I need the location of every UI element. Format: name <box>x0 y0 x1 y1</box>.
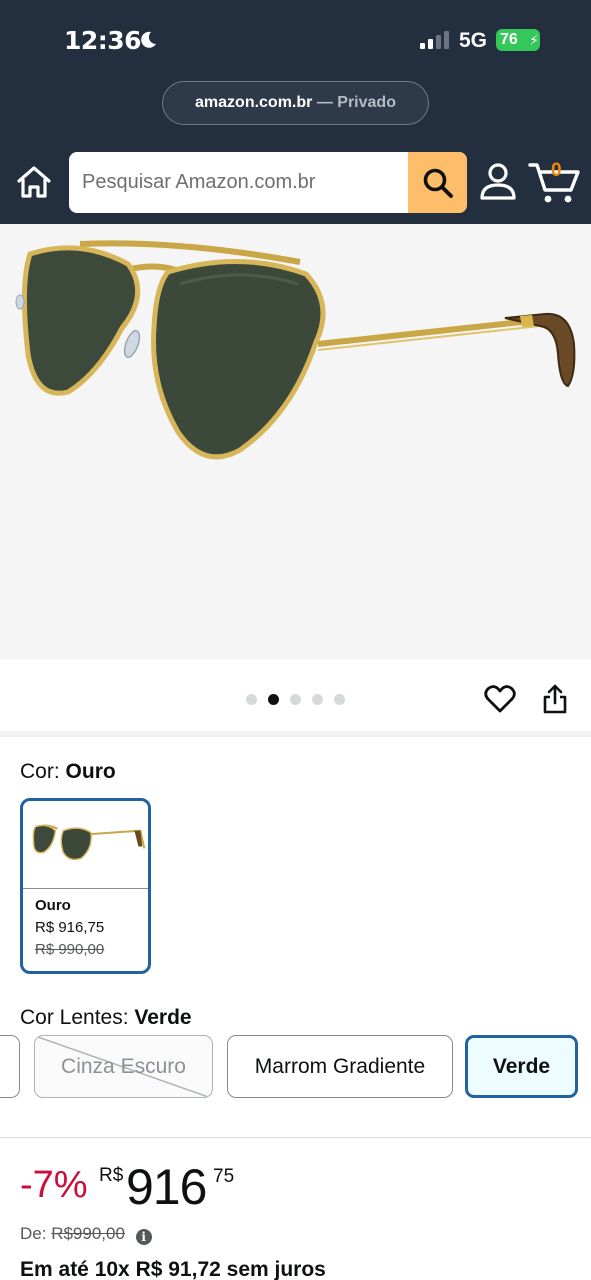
info-icon[interactable]: i <box>135 1229 152 1245</box>
lens-selected: Verde <box>134 1006 192 1029</box>
lens-option-label: Marrom Gradiente <box>254 1055 426 1078</box>
price-fraction: 75 <box>213 1166 235 1187</box>
lens-option-offscreen[interactable] <box>0 1035 20 1098</box>
network-label: 5G <box>459 29 488 52</box>
price-currency: R$ <box>99 1165 124 1186</box>
color-label-row: Cor: Ouro <box>20 760 116 784</box>
cart-count: 0 <box>551 160 562 181</box>
list-price-value: R$990,00 <box>51 1224 125 1243</box>
price-whole: 916 <box>126 1159 207 1215</box>
sunglasses-image <box>15 240 576 460</box>
color-label: Cor: <box>20 760 60 783</box>
carousel-dot[interactable] <box>290 694 301 705</box>
share-icon[interactable] <box>541 683 569 715</box>
lens-label: Cor Lentes: <box>20 1006 129 1029</box>
url-text: amazon.com.br <box>195 94 313 111</box>
section-divider <box>0 731 591 737</box>
search-icon <box>423 168 453 198</box>
battery-level: 76 <box>500 31 518 48</box>
lens-option-marrom-gradiente[interactable]: Marrom Gradiente <box>227 1035 453 1098</box>
lens-option-cinza-escuro[interactable]: Cinza Escuro <box>34 1035 213 1098</box>
account-icon[interactable] <box>478 161 518 203</box>
search-input[interactable] <box>69 152 408 213</box>
list-price-label: De: <box>20 1224 47 1243</box>
carousel-dot-active[interactable] <box>268 694 279 705</box>
installments-text: Em até 10x R$ 91,72 sem juros <box>20 1258 326 1280</box>
app-header: 12:36 5G 76⚡ amazon.com.br — Privado 0 <box>0 0 591 224</box>
lens-label-row: Cor Lentes: Verde <box>20 1006 192 1030</box>
home-icon[interactable] <box>14 162 54 202</box>
carousel-dot[interactable] <box>312 694 323 705</box>
swatch-sunglasses-image <box>23 824 148 889</box>
discount-percent: -7% <box>20 1164 88 1206</box>
battery-icon: 76 ⚡ <box>496 29 540 51</box>
list-price-row: De: R$990,00 i <box>20 1224 152 1245</box>
search-bar <box>69 152 467 213</box>
moon-icon <box>141 31 156 48</box>
heart-icon[interactable] <box>484 683 516 715</box>
lens-option-label: Cinza Escuro <box>61 1055 186 1078</box>
swatch-price: R$ 916,75 <box>35 919 105 936</box>
color-selected: Ouro <box>65 760 116 783</box>
carousel-dot[interactable] <box>334 694 345 705</box>
private-label: — Privado <box>316 94 396 111</box>
search-button[interactable] <box>408 152 467 213</box>
carousel-dots[interactable] <box>246 694 345 705</box>
image-carousel-controls <box>0 659 591 731</box>
swatch-old-price: R$ 990,00 <box>35 941 105 958</box>
carousel-dot[interactable] <box>246 694 257 705</box>
product-image[interactable] <box>0 224 591 659</box>
signal-icon <box>420 31 449 49</box>
color-swatch-ouro[interactable]: Ouro R$ 916,75 R$ 990,00 <box>20 798 151 974</box>
lens-option-verde[interactable]: Verde <box>465 1035 578 1098</box>
swatch-name: Ouro <box>35 897 71 914</box>
section-divider <box>0 1137 591 1138</box>
lens-option-label: Verde <box>492 1055 551 1078</box>
url-bar[interactable]: amazon.com.br — Privado <box>162 81 429 125</box>
status-time: 12:36 <box>64 26 142 55</box>
